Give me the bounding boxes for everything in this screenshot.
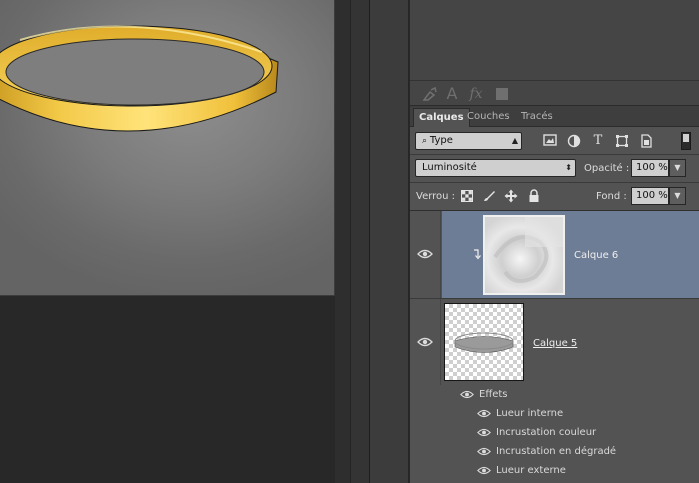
effect-row-inner-glow[interactable]: Lueur interne xyxy=(410,404,699,423)
lock-transparency-icon[interactable] xyxy=(460,190,474,204)
fill-label: Fond : xyxy=(596,191,627,202)
lock-all-icon[interactable] xyxy=(527,189,541,203)
eye-icon[interactable] xyxy=(417,337,433,347)
lock-image-pixels-icon[interactable] xyxy=(482,189,496,203)
layer-thumbnail xyxy=(444,303,524,381)
effect-row-color-overlay[interactable]: Incrustation couleur xyxy=(410,423,699,442)
effect-label: Incrustation en dégradé xyxy=(496,446,617,457)
lock-fill-row: Verrou : Fond : 100 % ▼ xyxy=(410,186,699,206)
clipping-mask-arrow-icon xyxy=(474,249,481,260)
eye-icon[interactable] xyxy=(477,409,491,418)
layer-row-calque-6[interactable]: Calque 6 xyxy=(410,211,699,298)
brush-preset-icon[interactable] xyxy=(422,86,438,102)
effect-label: Lueur interne xyxy=(496,408,564,419)
lock-label: Verrou : xyxy=(416,191,456,202)
layer-row-calque-5[interactable]: Calque 5 xyxy=(410,299,699,385)
filter-toggle-switch[interactable] xyxy=(681,132,691,150)
fill-dropdown-button[interactable]: ▼ xyxy=(669,187,686,205)
fx-icon[interactable]: fx xyxy=(468,86,484,102)
effect-label: Lueur externe xyxy=(496,465,566,476)
dropdown-arrows-icon: ⬍ xyxy=(565,163,572,172)
type-icon[interactable]: A xyxy=(444,86,460,102)
search-icon: ⌕ xyxy=(422,136,430,146)
eye-icon[interactable] xyxy=(460,390,474,399)
filter-shape-icon[interactable] xyxy=(614,134,630,150)
workspace-background xyxy=(0,296,350,483)
layer-thumbnail xyxy=(483,215,565,295)
effect-row-gradient-overlay[interactable]: Incrustation en dégradé xyxy=(410,442,699,461)
layers-panel: Calques Couches Tracés ⌕ Type ▲ T Lumino… xyxy=(410,106,699,483)
filter-smart-object-icon[interactable] xyxy=(638,134,654,150)
blend-opacity-row: Luminosité ⬍ Opacité : 100 % ▼ xyxy=(410,158,699,178)
opacity-label: Opacité : xyxy=(584,163,630,174)
canvas-scroll-gutter xyxy=(335,0,350,483)
eye-icon[interactable] xyxy=(477,466,491,475)
color-swatch-icon[interactable] xyxy=(494,86,510,102)
layer-filter-row: ⌕ Type ▲ T xyxy=(410,131,699,151)
properties-toolbar: A fx xyxy=(410,81,699,106)
eye-icon[interactable] xyxy=(477,447,491,456)
effects-header-row[interactable]: Effets xyxy=(410,385,699,404)
tab-couches[interactable]: Couches xyxy=(462,108,515,127)
effect-row-outer-glow[interactable]: Lueur externe xyxy=(410,461,699,480)
effects-label: Effets xyxy=(479,389,508,400)
layer-visibility-cell[interactable] xyxy=(410,299,441,385)
lock-position-icon[interactable] xyxy=(504,189,518,203)
tab-traces[interactable]: Tracés xyxy=(516,108,558,127)
blend-mode-dropdown[interactable]: Luminosité ⬍ xyxy=(415,159,576,177)
filter-adjustment-icon[interactable] xyxy=(566,134,582,150)
dropdown-arrows-icon: ▲ xyxy=(511,136,518,145)
document-canvas[interactable] xyxy=(0,0,335,296)
layer-name[interactable]: Calque 6 xyxy=(574,250,618,261)
opacity-dropdown-button[interactable]: ▼ xyxy=(669,159,686,177)
eye-icon[interactable] xyxy=(477,428,491,437)
layer-visibility-cell[interactable] xyxy=(410,211,441,298)
filter-kind-dropdown[interactable]: ⌕ Type ▲ xyxy=(415,132,522,150)
opacity-input[interactable]: 100 % xyxy=(631,159,669,177)
layers-panel-tabs: Calques Couches Tracés xyxy=(410,106,699,127)
filter-kind-value: Type xyxy=(429,135,453,146)
blend-mode-value: Luminosité xyxy=(422,162,477,173)
upper-panel-area xyxy=(410,0,699,81)
eye-icon[interactable] xyxy=(417,249,433,259)
filter-pixel-icon[interactable] xyxy=(542,134,558,150)
fill-input[interactable]: 100 % xyxy=(631,187,669,205)
filter-type-icon[interactable]: T xyxy=(590,133,606,149)
effect-label: Incrustation couleur xyxy=(496,427,597,438)
layer-name[interactable]: Calque 5 xyxy=(533,338,577,349)
panel-divider[interactable] xyxy=(350,0,370,483)
gold-ring-artwork xyxy=(0,25,279,132)
collapsed-panel-dock xyxy=(370,0,409,483)
